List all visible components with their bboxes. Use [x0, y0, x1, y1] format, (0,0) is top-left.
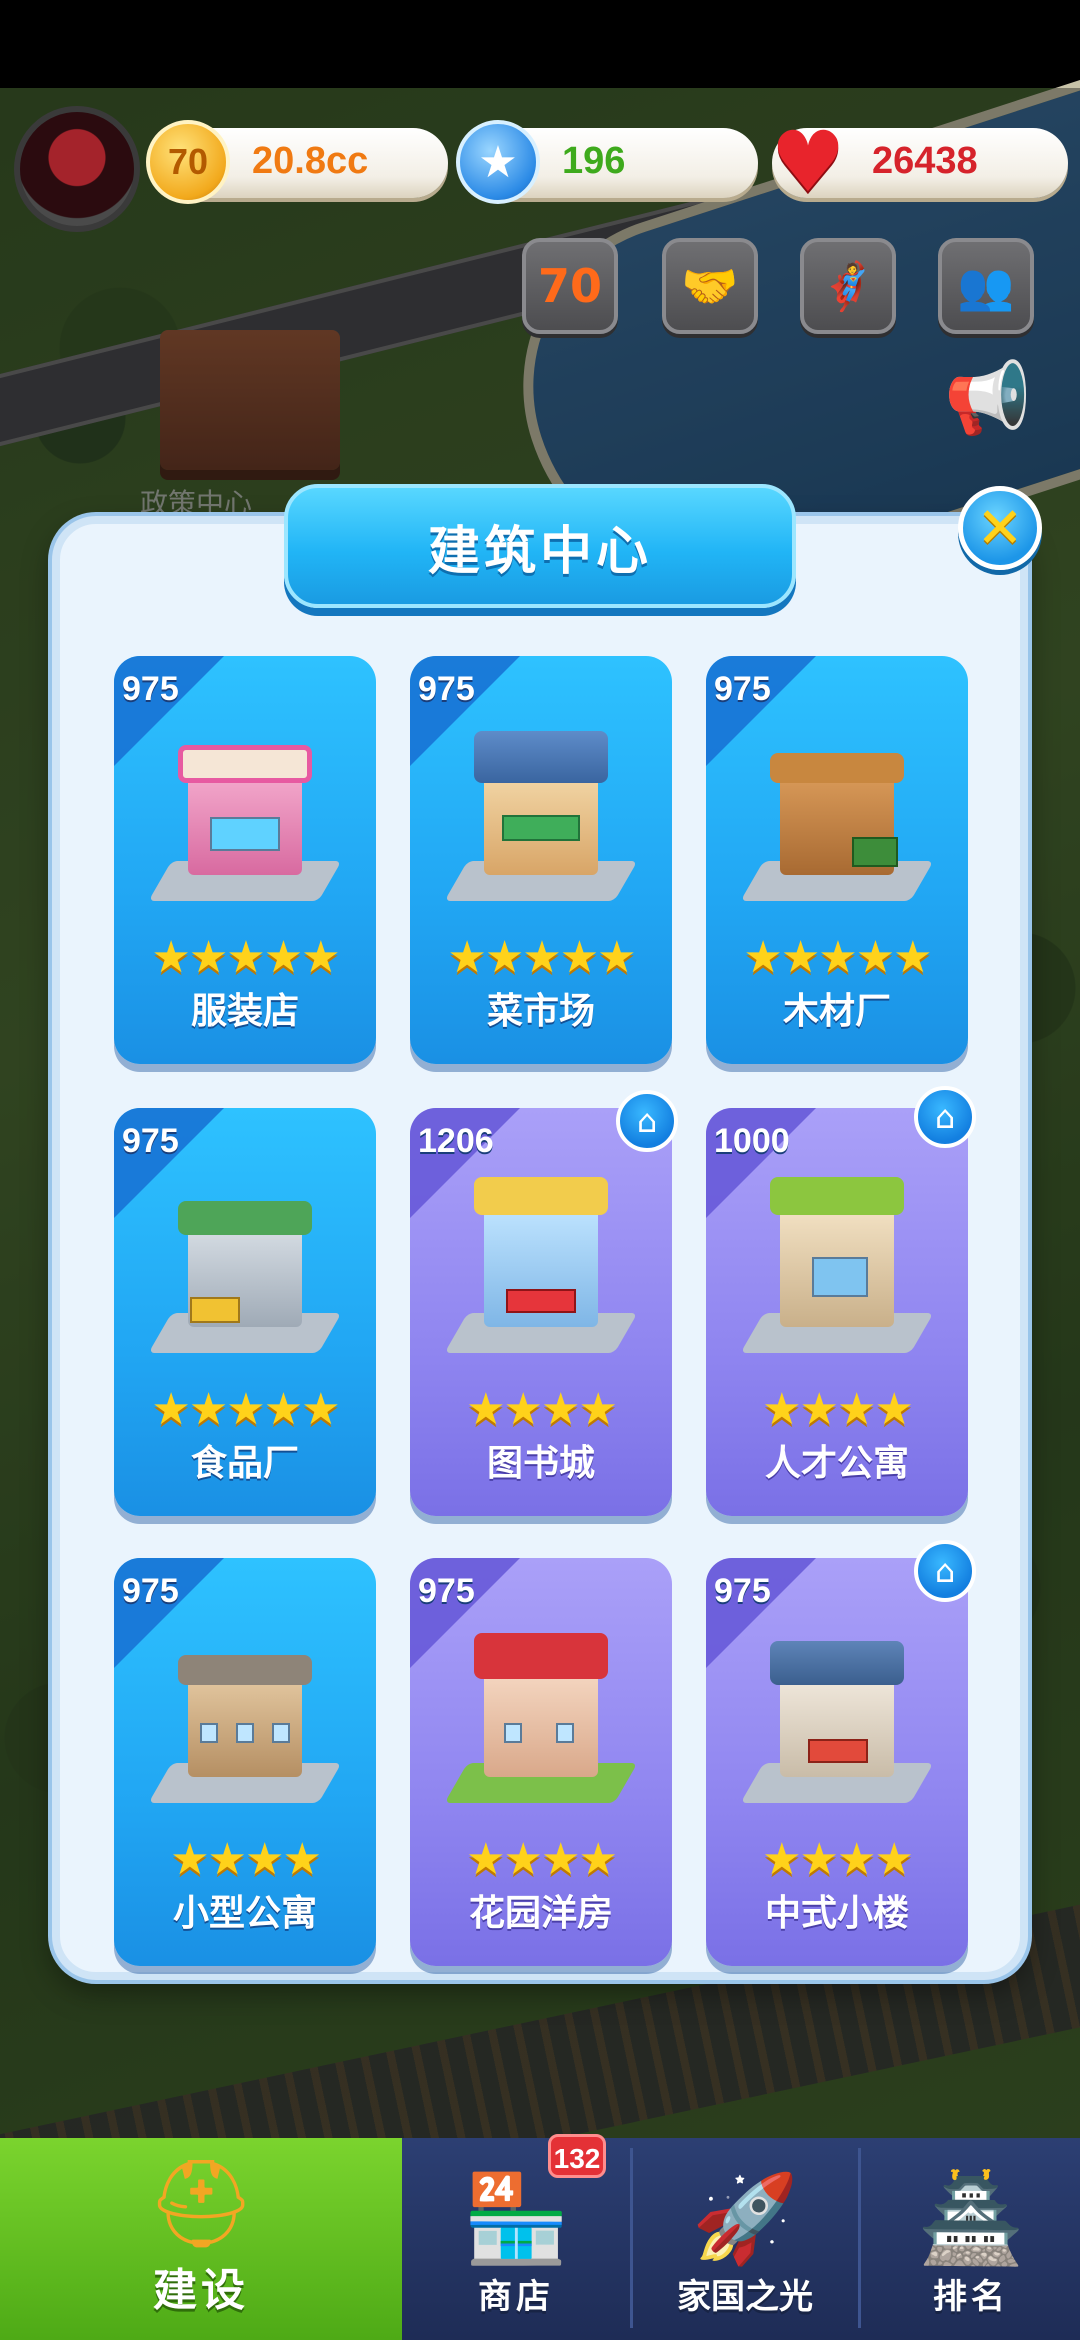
home-icon: ⌂: [616, 1090, 678, 1152]
card-name: 图书城: [486, 1443, 595, 1484]
clothing-store-icon: [140, 716, 350, 916]
close-icon: ✕: [976, 495, 1024, 561]
player-avatar[interactable]: [14, 106, 140, 232]
friends-icon[interactable]: 👥: [938, 238, 1034, 334]
gem-counter[interactable]: ★ 196: [456, 120, 758, 204]
star-rating: ★★★★: [762, 1834, 914, 1885]
talent-apartment-icon: [732, 1168, 942, 1368]
star-rating: ★★★★★: [151, 1384, 340, 1435]
book-city-icon: [436, 1168, 646, 1368]
card-count: 1000: [714, 1122, 790, 1160]
hard-hat-icon: ⛑: [146, 2154, 256, 2254]
small-apartment-icon: [140, 1618, 350, 1818]
building-card-food-factory[interactable]: 975 ★★★★★ 食品厂: [114, 1108, 376, 1516]
card-count: 975: [122, 670, 179, 708]
card-count: 975: [122, 1122, 179, 1160]
heart-icon: ♥: [770, 113, 846, 211]
star-rating: ★★★★: [466, 1834, 618, 1885]
card-count: 975: [418, 670, 475, 708]
star-rating: ★★★★★: [151, 932, 340, 983]
card-count: 975: [714, 670, 771, 708]
nav-label: 商店: [478, 2277, 554, 2317]
star-rating: ★★★★: [762, 1384, 914, 1435]
star-gem-icon: ★: [456, 120, 540, 204]
building-card-small-apartment[interactable]: 975 ★★★★ 小型公寓: [114, 1558, 376, 1966]
home-icon: ⌂: [914, 1086, 976, 1148]
card-name: 木材厂: [782, 991, 891, 1032]
ranking-icon: 🏯: [917, 2169, 1025, 2269]
nav-label: 家国之光: [677, 2277, 813, 2317]
coin-value: 20.8cc: [252, 140, 369, 182]
shop-count-badge: 132: [548, 2134, 606, 2178]
food-factory-icon: [140, 1168, 350, 1368]
heart-counter[interactable]: ♥ 26438: [770, 120, 1068, 204]
dialog-title: 建筑中心: [427, 521, 652, 582]
star-rating: ★★★★★: [447, 932, 636, 983]
card-count: 975: [714, 1572, 771, 1610]
handshake-icon[interactable]: 🤝: [662, 238, 758, 334]
building-card-book-city[interactable]: 1206 ★★★★ 图书城: [410, 1108, 672, 1516]
star-rating: ★★★★★: [743, 932, 932, 983]
building-card-lumber-mill[interactable]: 975 ★★★★★ 木材厂: [706, 656, 968, 1064]
building-card-chinese-house[interactable]: 975 ★★★★ 中式小楼: [706, 1558, 968, 1966]
card-name: 花园洋房: [468, 1893, 613, 1934]
shop-icon: 🏪: [462, 2169, 570, 2269]
chinese-house-icon: [732, 1618, 942, 1818]
vegetable-market-icon: [436, 716, 646, 916]
hero-event-icon[interactable]: 🦸: [800, 238, 896, 334]
status-bar: [0, 0, 1080, 88]
card-count: 975: [418, 1572, 475, 1610]
nav-label: 排名: [933, 2277, 1009, 2317]
card-name: 人才公寓: [764, 1443, 909, 1484]
nav-ranking[interactable]: 🏯 排名: [862, 2138, 1080, 2340]
building-card-garden-villa[interactable]: 975 ★★★★ 花园洋房: [410, 1558, 672, 1966]
card-count: 1206: [418, 1122, 494, 1160]
lumber-mill-icon: [732, 716, 942, 916]
building-card-vegetable-market[interactable]: 975 ★★★★★ 菜市场: [410, 656, 672, 1064]
building-card-talent-apartment[interactable]: 1000 ★★★★ 人才公寓: [706, 1108, 968, 1516]
star-rating: ★★★★: [466, 1384, 618, 1435]
building-card-clothing-store[interactable]: 975 ★★★★★ 服装店: [114, 656, 376, 1064]
nav-label: 建设: [153, 2265, 249, 2316]
coin-icon: 70: [146, 120, 230, 204]
card-name: 食品厂: [190, 1443, 299, 1484]
garden-villa-icon: [436, 1618, 646, 1818]
heart-value: 26438: [872, 140, 978, 182]
event-70-icon[interactable]: 70: [522, 238, 618, 334]
nav-build[interactable]: ⛑ 建设: [0, 2138, 402, 2340]
nav-national-glory[interactable]: 🚀 家国之光: [634, 2138, 856, 2340]
coin-counter[interactable]: 70 20.8cc: [146, 120, 448, 204]
home-icon: ⌂: [914, 1540, 976, 1602]
gem-value: 196: [562, 140, 626, 182]
card-name: 菜市场: [486, 991, 595, 1032]
card-name: 服装店: [190, 991, 299, 1032]
megaphone-icon[interactable]: 📢: [940, 350, 1036, 446]
close-button[interactable]: ✕: [958, 486, 1042, 570]
rocket-icon: 🚀: [691, 2169, 799, 2269]
card-name: 中式小楼: [764, 1893, 909, 1934]
card-name: 小型公寓: [172, 1893, 317, 1934]
card-count: 975: [122, 1572, 179, 1610]
dialog-title-banner: 建筑中心: [284, 484, 796, 608]
star-rating: ★★★★: [170, 1834, 322, 1885]
